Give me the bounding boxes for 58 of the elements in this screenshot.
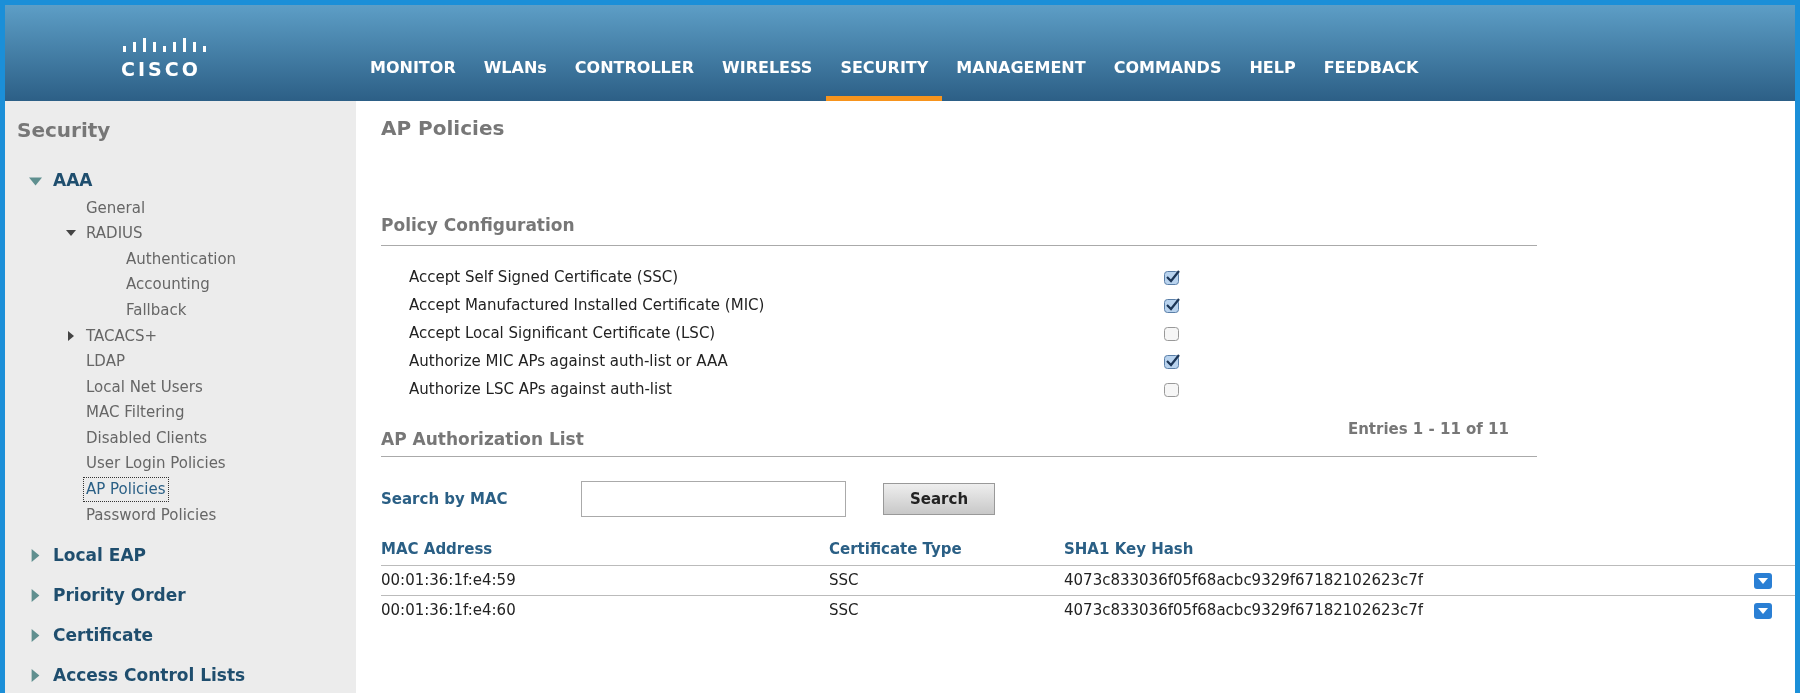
option-label: Accept Self Signed Certificate (SSC) [409, 267, 679, 289]
sidebar-item[interactable]: RADIUS [83, 221, 146, 246]
sidebar-item[interactable]: User Login Policies [83, 451, 229, 476]
collapsed-arrow-icon[interactable] [66, 330, 76, 341]
table-cell-text: 00:01:36:1f:e4:60 [381, 600, 517, 622]
menu-tab[interactable]: WIRELESS [708, 56, 827, 101]
table-cell-text: 00:01:36:1f:e4:59 [381, 570, 517, 592]
sidebar-section[interactable]: Certificate [53, 622, 154, 649]
option-label: Authorize LSC APs against auth-list [409, 379, 673, 401]
sidebar-item[interactable]: Local Net Users [83, 374, 206, 400]
menu-tab[interactable]: CONTROLLER [560, 56, 709, 101]
sidebar-item[interactable]: Fallback [123, 297, 190, 323]
option-label: Accept Manufactured Installed Certificate (MIC) [409, 295, 766, 317]
entries-count: Entries 1 - 11 of 11 [1347, 418, 1509, 440]
column-header: Certificate Type [829, 538, 963, 560]
menu-tab[interactable]: WLANs [469, 56, 561, 101]
sidebar-item[interactable]: Authentication [123, 246, 240, 272]
table-cell-text: 4073c833036f05f68acbc9329f67182102623c7f [1064, 600, 1425, 622]
dropdown-icon[interactable] [1754, 572, 1772, 589]
menu-tab[interactable]: MONITOR [356, 56, 470, 101]
sidebar-item[interactable]: MAC Filtering [83, 400, 188, 425]
sidebar-item[interactable]: Disabled Clients [83, 425, 211, 451]
menu-tab[interactable]: FEEDBACK [1309, 56, 1433, 101]
sidebar-section[interactable]: Local EAP [53, 542, 147, 569]
column-header: MAC Address [381, 538, 494, 560]
search-field[interactable] [581, 481, 846, 517]
column-header: SHA1 Key Hash [1064, 538, 1195, 560]
sidebar-section[interactable]: Priority Order [53, 582, 186, 609]
menu-tab[interactable]: HELP [1235, 56, 1310, 101]
menu-tab[interactable]: COMMANDS [1099, 56, 1236, 101]
section-heading: AP Authorization List [381, 427, 584, 451]
checkbox[interactable] [1164, 269, 1180, 286]
checkbox[interactable] [1164, 325, 1180, 342]
checkbox[interactable] [1164, 381, 1180, 398]
sidebar-item[interactable]: LDAP [83, 349, 128, 374]
logo-text: CISCO [121, 60, 201, 79]
sidebar-item[interactable]: Accounting [123, 272, 213, 297]
dropdown-icon[interactable] [1754, 602, 1772, 619]
search-label: Search by MAC [381, 488, 509, 510]
option-label: Accept Local Significant Certificate (LSC) [409, 323, 717, 345]
table-cell-text: 4073c833036f05f68acbc9329f67182102623c7f [1064, 570, 1425, 592]
sidebar-section[interactable]: Access Control Lists [53, 662, 246, 689]
menu-tab[interactable]: SECURITY [826, 56, 943, 101]
table-cell-text: SSC [829, 570, 860, 592]
search-button[interactable]: Search [883, 482, 996, 516]
option-label: Authorize MIC APs against auth-list or AAA [409, 351, 729, 373]
sidebar-section[interactable]: AAA [53, 168, 93, 194]
checkbox[interactable] [1164, 297, 1180, 314]
sidebar-item[interactable]: AP Policies [83, 477, 169, 502]
section-heading: Policy Configuration [381, 213, 1537, 246]
page-title: AP Policies [381, 115, 506, 142]
checkbox[interactable] [1164, 353, 1180, 370]
sidebar-item[interactable]: TACACS+ [83, 323, 161, 348]
sidebar-item[interactable]: General [83, 195, 149, 221]
sidebar-title: Security [17, 117, 112, 144]
sidebar-item[interactable]: Password Policies [83, 502, 220, 528]
menu-tab[interactable]: MANAGEMENT [942, 56, 1100, 101]
table-cell-text: SSC [829, 600, 860, 622]
